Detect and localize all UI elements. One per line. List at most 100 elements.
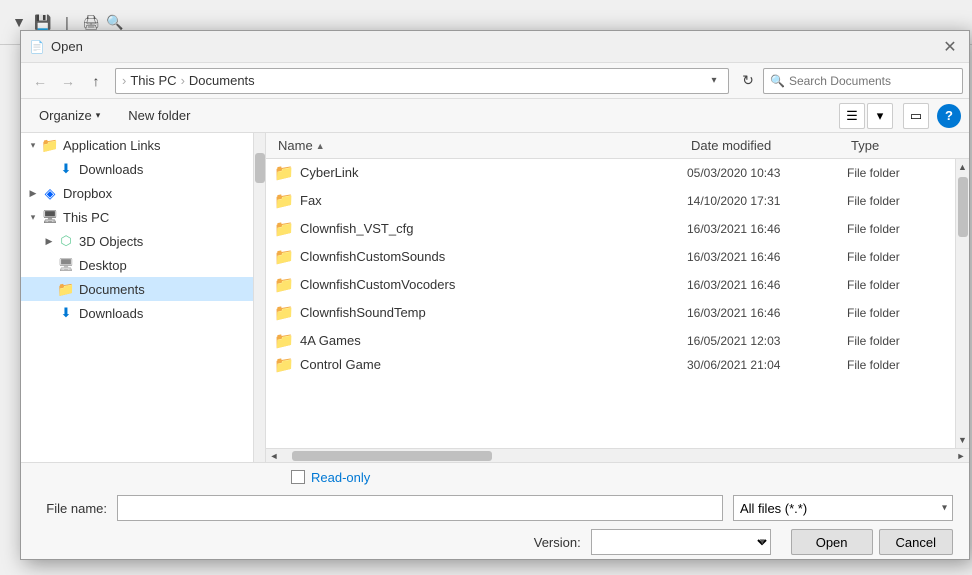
file-date-1: 14/10/2020 17:31 xyxy=(687,194,847,208)
file-name-4: ClownfishCustomVocoders xyxy=(300,277,687,292)
dialog-icon: 📄 xyxy=(29,39,45,55)
file-icon-1: 📁 xyxy=(274,191,294,211)
expand-icon-desktop xyxy=(41,257,57,273)
filename-input[interactable] xyxy=(117,495,723,521)
dropbox-icon: ◈ xyxy=(41,184,59,202)
expand-icon-application-links[interactable]: ▾ xyxy=(25,137,41,153)
file-name-0: CyberLink xyxy=(300,165,687,180)
col-header-name[interactable]: Name ▲ xyxy=(274,133,687,158)
view-dropdown-button[interactable]: ▾ xyxy=(867,103,893,129)
sidebar-label-downloads-sub: Downloads xyxy=(79,162,143,177)
new-folder-button[interactable]: New folder xyxy=(118,103,200,129)
organize-label: Organize xyxy=(39,108,92,123)
back-button[interactable]: ← xyxy=(27,68,53,94)
address-gt: › xyxy=(122,73,126,88)
open-button[interactable]: Open xyxy=(791,529,873,555)
table-row[interactable]: 📁 Clownfish_VST_cfg 16/03/2021 16:46 Fil… xyxy=(266,215,955,243)
file-date-3: 16/03/2021 16:46 xyxy=(687,250,847,264)
sidebar-item-downloads-sub[interactable]: ⬇ Downloads xyxy=(21,157,253,181)
file-date-2: 16/03/2021 16:46 xyxy=(687,222,847,236)
organize-button[interactable]: Organize ▾ xyxy=(29,103,110,129)
download-icon-downloads-sub: ⬇ xyxy=(57,160,75,178)
sidebar-item-documents[interactable]: 📁 Documents xyxy=(21,277,253,301)
h-scroll-left-button[interactable]: ◄ xyxy=(266,449,282,463)
toolbar2: Organize ▾ New folder ☰ ▾ ▭ ? xyxy=(21,99,969,133)
readonly-checkbox[interactable] xyxy=(291,470,305,484)
version-select-wrapper: ▾ xyxy=(591,529,771,555)
expand-icon-dropbox[interactable]: ▶ xyxy=(25,185,41,201)
file-list-scrollbar[interactable]: ▲ ▼ xyxy=(955,159,969,448)
folder-icon-7: 📁 xyxy=(274,355,294,375)
close-button[interactable]: ✕ xyxy=(939,36,961,58)
file-type-2: File folder xyxy=(847,222,947,236)
file-rows: 📁 CyberLink 05/03/2020 10:43 File folder… xyxy=(266,159,969,448)
sidebar-scrollbar[interactable] xyxy=(253,133,265,462)
panel-view-button[interactable]: ▭ xyxy=(903,103,929,129)
readonly-label[interactable]: Read-only xyxy=(311,470,370,485)
expand-icon-this-pc[interactable]: ▾ xyxy=(25,209,41,225)
file-name-7: Control Game xyxy=(300,357,687,372)
filename-label: File name: xyxy=(37,501,107,516)
expand-icon-3d-objects[interactable]: ▶ xyxy=(41,233,57,249)
folder-icon-1: 📁 xyxy=(274,191,294,211)
folder-icon-application-links: 📁 xyxy=(41,136,59,154)
scroll-down-button[interactable]: ▼ xyxy=(956,432,969,448)
sidebar-item-application-links[interactable]: ▾ 📁 Application Links xyxy=(21,133,253,157)
table-row[interactable]: 📁 Fax 14/10/2020 17:31 File folder xyxy=(266,187,955,215)
pc-icon-this-pc: 🖥 xyxy=(41,208,59,226)
search-input[interactable] xyxy=(789,74,956,88)
address-breadcrumb: › This PC › Documents xyxy=(122,73,702,88)
organize-chevron-icon: ▾ xyxy=(96,110,101,121)
list-view-button[interactable]: ☰ xyxy=(839,103,865,129)
file-icon-0: 📁 xyxy=(274,163,294,183)
sidebar-item-dropbox[interactable]: ▶ ◈ Dropbox xyxy=(21,181,253,205)
sidebar-item-this-pc[interactable]: ▾ 🖥 This PC xyxy=(21,205,253,229)
address-sep1: › xyxy=(181,73,185,88)
expand-icon-downloads-sub xyxy=(41,161,57,177)
file-icon-3: 📁 xyxy=(274,247,294,267)
file-icon-4: 📁 xyxy=(274,275,294,295)
address-dropdown-icon[interactable]: ▾ xyxy=(706,73,722,89)
file-name-5: ClownfishSoundTemp xyxy=(300,305,687,320)
table-row[interactable]: 📁 ClownfishSoundTemp 16/03/2021 16:46 Fi… xyxy=(266,299,955,327)
cancel-button[interactable]: Cancel xyxy=(879,529,953,555)
col-header-type[interactable]: Type xyxy=(847,133,947,158)
file-type-7: File folder xyxy=(847,358,947,372)
table-row[interactable]: 📁 ClownfishCustomSounds 16/03/2021 16:46… xyxy=(266,243,955,271)
table-row[interactable]: 📁 CyberLink 05/03/2020 10:43 File folder xyxy=(266,159,955,187)
folder-icon-6: 📁 xyxy=(274,331,294,351)
up-button[interactable]: ↑ xyxy=(83,68,109,94)
refresh-button[interactable]: ↻ xyxy=(735,68,761,94)
file-icon-6: 📁 xyxy=(274,331,294,351)
table-row[interactable]: 📁 Control Game 30/06/2021 21:04 File fol… xyxy=(266,355,955,375)
table-row[interactable]: 📁 ClownfishCustomVocoders 16/03/2021 16:… xyxy=(266,271,955,299)
sidebar-content: ▾ 📁 Application Links ⬇ Downloads ▶ ◈ Dr… xyxy=(21,133,265,325)
expand-icon-downloads xyxy=(41,305,57,321)
h-scrollbar[interactable]: ◄ ► xyxy=(266,448,969,462)
search-box: 🔍 xyxy=(763,68,963,94)
desktop-icon: 🖥 xyxy=(57,256,75,274)
version-select[interactable] xyxy=(591,529,771,555)
sidebar-item-desktop[interactable]: 🖥 Desktop xyxy=(21,253,253,277)
address-this-pc[interactable]: This PC xyxy=(130,73,176,88)
sidebar: ▾ 📁 Application Links ⬇ Downloads ▶ ◈ Dr… xyxy=(21,133,266,462)
scroll-up-button[interactable]: ▲ xyxy=(956,159,969,175)
sidebar-label-documents: Documents xyxy=(79,282,145,297)
col-header-date[interactable]: Date modified xyxy=(687,133,847,158)
address-documents[interactable]: Documents xyxy=(189,73,255,88)
filetype-select[interactable]: All files (*.*) xyxy=(733,495,953,521)
forward-button[interactable]: → xyxy=(55,68,81,94)
file-date-5: 16/03/2021 16:46 xyxy=(687,306,847,320)
title-bar-left: 📄 Open xyxy=(29,39,83,55)
h-scroll-right-button[interactable]: ► xyxy=(953,449,969,463)
sidebar-label-3d-objects: 3D Objects xyxy=(79,234,143,249)
filetype-select-wrapper: All files (*.*) ▾ xyxy=(733,495,953,521)
address-bar[interactable]: › This PC › Documents ▾ xyxy=(115,68,729,94)
sidebar-item-downloads[interactable]: ⬇ Downloads xyxy=(21,301,253,325)
folder-icon-5: 📁 xyxy=(274,303,294,323)
file-list-header: Name ▲ Date modified Type xyxy=(266,133,969,159)
sidebar-item-3d-objects[interactable]: ▶ ⬡ 3D Objects xyxy=(21,229,253,253)
table-row[interactable]: 📁 4A Games 16/05/2021 12:03 File folder xyxy=(266,327,955,355)
help-button[interactable]: ? xyxy=(937,104,961,128)
download-icon-downloads: ⬇ xyxy=(57,304,75,322)
